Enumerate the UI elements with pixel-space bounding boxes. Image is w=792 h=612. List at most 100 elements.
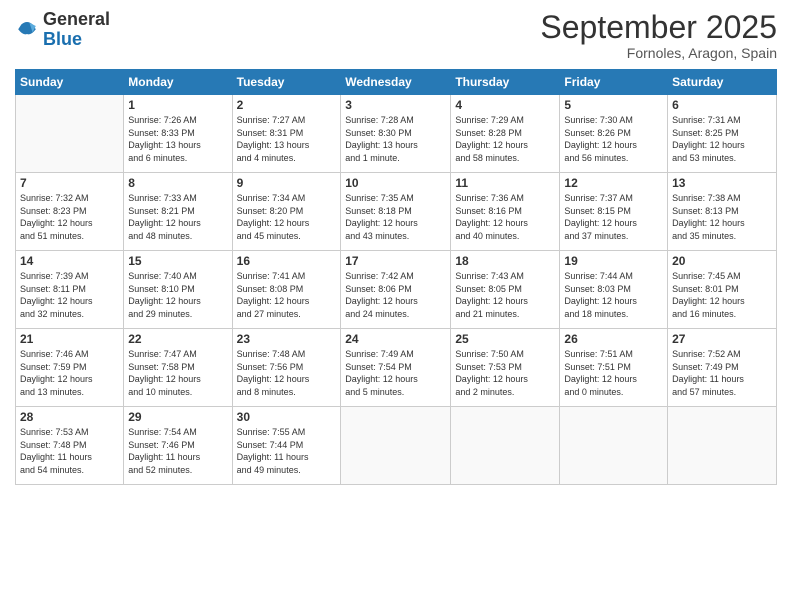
calendar-cell: 20 Sunrise: 7:45 AM Sunset: 8:01 PM Dayli… — [668, 251, 777, 329]
calendar-table: Sunday Monday Tuesday Wednesday Thursday… — [15, 69, 777, 485]
day-info: Sunrise: 7:28 AM Sunset: 8:30 PM Dayligh… — [345, 114, 446, 164]
day-info: Sunrise: 7:34 AM Sunset: 8:20 PM Dayligh… — [237, 192, 337, 242]
calendar-cell: 17 Sunrise: 7:42 AM Sunset: 8:06 PM Dayli… — [341, 251, 451, 329]
day-number: 16 — [237, 254, 337, 268]
header: General Blue September 2025 Fornoles, Ar… — [15, 10, 777, 61]
calendar-header-row: Sunday Monday Tuesday Wednesday Thursday… — [16, 70, 777, 95]
day-number: 29 — [128, 410, 227, 424]
day-info: Sunrise: 7:36 AM Sunset: 8:16 PM Dayligh… — [455, 192, 555, 242]
day-number: 4 — [455, 98, 555, 112]
week-row-4: 21 Sunrise: 7:46 AM Sunset: 7:59 PM Dayli… — [16, 329, 777, 407]
day-info: Sunrise: 7:49 AM Sunset: 7:54 PM Dayligh… — [345, 348, 446, 398]
day-info: Sunrise: 7:47 AM Sunset: 7:58 PM Dayligh… — [128, 348, 227, 398]
calendar-cell: 7Sunrise: 7:32 AM Sunset: 8:23 PM Daylig… — [16, 173, 124, 251]
week-row-3: 14 Sunrise: 7:39 AM Sunset: 8:11 PM Dayli… — [16, 251, 777, 329]
day-number: 5 — [564, 98, 663, 112]
day-number: 21 — [20, 332, 119, 346]
day-info: Sunrise: 7:55 AM Sunset: 7:44 PM Dayligh… — [237, 426, 337, 476]
calendar-cell: 3Sunrise: 7:28 AM Sunset: 8:30 PM Daylig… — [341, 95, 451, 173]
day-number: 30 — [237, 410, 337, 424]
day-number: 23 — [237, 332, 337, 346]
day-number: 2 — [237, 98, 337, 112]
day-info: Sunrise: 7:39 AM Sunset: 8:11 PM Dayligh… — [20, 270, 119, 320]
day-number: 12 — [564, 176, 663, 190]
day-info: Sunrise: 7:31 AM Sunset: 8:25 PM Dayligh… — [672, 114, 772, 164]
week-row-1: 1 Sunrise: 7:26 AM Sunset: 8:33 PM Daylig… — [16, 95, 777, 173]
day-info: Sunrise: 7:45 AM Sunset: 8:01 PM Dayligh… — [672, 270, 772, 320]
day-info: Sunrise: 7:54 AM Sunset: 7:46 PM Dayligh… — [128, 426, 227, 476]
calendar-cell — [668, 407, 777, 485]
day-number: 18 — [455, 254, 555, 268]
day-info: Sunrise: 7:46 AM Sunset: 7:59 PM Dayligh… — [20, 348, 119, 398]
calendar-cell: 6 Sunrise: 7:31 AM Sunset: 8:25 PM Daylig… — [668, 95, 777, 173]
calendar-cell — [341, 407, 451, 485]
calendar-cell: 22 Sunrise: 7:47 AM Sunset: 7:58 PM Dayli… — [124, 329, 232, 407]
calendar-cell: 16Sunrise: 7:41 AM Sunset: 8:08 PM Dayli… — [232, 251, 341, 329]
col-saturday: Saturday — [668, 70, 777, 95]
calendar-cell: 26Sunrise: 7:51 AM Sunset: 7:51 PM Dayli… — [560, 329, 668, 407]
calendar-cell: 13Sunrise: 7:38 AM Sunset: 8:13 PM Dayli… — [668, 173, 777, 251]
day-number: 1 — [128, 98, 227, 112]
calendar-cell: 23 Sunrise: 7:48 AM Sunset: 7:56 PM Dayli… — [232, 329, 341, 407]
day-number: 27 — [672, 332, 772, 346]
calendar-cell: 21 Sunrise: 7:46 AM Sunset: 7:59 PM Dayli… — [16, 329, 124, 407]
day-number: 28 — [20, 410, 119, 424]
calendar-cell: 14 Sunrise: 7:39 AM Sunset: 8:11 PM Dayli… — [16, 251, 124, 329]
calendar-cell: 1 Sunrise: 7:26 AM Sunset: 8:33 PM Daylig… — [124, 95, 232, 173]
day-number: 15 — [128, 254, 227, 268]
calendar-cell: 12 Sunrise: 7:37 AM Sunset: 8:15 PM Dayli… — [560, 173, 668, 251]
calendar-cell: 8 Sunrise: 7:33 AM Sunset: 8:21 PM Daylig… — [124, 173, 232, 251]
calendar-cell: 10Sunrise: 7:35 AM Sunset: 8:18 PM Dayli… — [341, 173, 451, 251]
day-info: Sunrise: 7:29 AM Sunset: 8:28 PM Dayligh… — [455, 114, 555, 164]
day-info: Sunrise: 7:37 AM Sunset: 8:15 PM Dayligh… — [564, 192, 663, 242]
day-info: Sunrise: 7:43 AM Sunset: 8:05 PM Dayligh… — [455, 270, 555, 320]
day-info: Sunrise: 7:35 AM Sunset: 8:18 PM Dayligh… — [345, 192, 446, 242]
day-info: Sunrise: 7:50 AM Sunset: 7:53 PM Dayligh… — [455, 348, 555, 398]
page: General Blue September 2025 Fornoles, Ar… — [0, 0, 792, 612]
calendar-cell: 30 Sunrise: 7:55 AM Sunset: 7:44 PM Dayli… — [232, 407, 341, 485]
day-info: Sunrise: 7:48 AM Sunset: 7:56 PM Dayligh… — [237, 348, 337, 398]
day-number: 25 — [455, 332, 555, 346]
calendar-cell — [451, 407, 560, 485]
day-info: Sunrise: 7:52 AM Sunset: 7:49 PM Dayligh… — [672, 348, 772, 398]
day-info: Sunrise: 7:40 AM Sunset: 8:10 PM Dayligh… — [128, 270, 227, 320]
day-info: Sunrise: 7:32 AM Sunset: 8:23 PM Dayligh… — [20, 192, 119, 242]
week-row-5: 28Sunrise: 7:53 AM Sunset: 7:48 PM Dayli… — [16, 407, 777, 485]
calendar-cell: 29 Sunrise: 7:54 AM Sunset: 7:46 PM Dayli… — [124, 407, 232, 485]
calendar-cell — [16, 95, 124, 173]
calendar-cell: 15 Sunrise: 7:40 AM Sunset: 8:10 PM Dayli… — [124, 251, 232, 329]
calendar-cell: 4 Sunrise: 7:29 AM Sunset: 8:28 PM Daylig… — [451, 95, 560, 173]
week-row-2: 7Sunrise: 7:32 AM Sunset: 8:23 PM Daylig… — [16, 173, 777, 251]
day-number: 20 — [672, 254, 772, 268]
calendar-cell: 19Sunrise: 7:44 AM Sunset: 8:03 PM Dayli… — [560, 251, 668, 329]
day-number: 26 — [564, 332, 663, 346]
day-number: 6 — [672, 98, 772, 112]
title-block: September 2025 Fornoles, Aragon, Spain — [540, 10, 777, 61]
day-info: Sunrise: 7:33 AM Sunset: 8:21 PM Dayligh… — [128, 192, 227, 242]
col-friday: Friday — [560, 70, 668, 95]
col-tuesday: Tuesday — [232, 70, 341, 95]
calendar-cell: 27 Sunrise: 7:52 AM Sunset: 7:49 PM Dayli… — [668, 329, 777, 407]
calendar-cell: 25 Sunrise: 7:50 AM Sunset: 7:53 PM Dayli… — [451, 329, 560, 407]
calendar-cell: 18 Sunrise: 7:43 AM Sunset: 8:05 PM Dayli… — [451, 251, 560, 329]
day-number: 14 — [20, 254, 119, 268]
col-sunday: Sunday — [16, 70, 124, 95]
day-info: Sunrise: 7:30 AM Sunset: 8:26 PM Dayligh… — [564, 114, 663, 164]
col-wednesday: Wednesday — [341, 70, 451, 95]
calendar-cell: 2Sunrise: 7:27 AM Sunset: 8:31 PM Daylig… — [232, 95, 341, 173]
day-number: 24 — [345, 332, 446, 346]
day-info: Sunrise: 7:44 AM Sunset: 8:03 PM Dayligh… — [564, 270, 663, 320]
col-thursday: Thursday — [451, 70, 560, 95]
col-monday: Monday — [124, 70, 232, 95]
day-number: 8 — [128, 176, 227, 190]
day-info: Sunrise: 7:26 AM Sunset: 8:33 PM Dayligh… — [128, 114, 227, 164]
day-info: Sunrise: 7:42 AM Sunset: 8:06 PM Dayligh… — [345, 270, 446, 320]
logo-icon — [15, 18, 39, 42]
day-number: 9 — [237, 176, 337, 190]
day-number: 22 — [128, 332, 227, 346]
logo-general: General — [43, 9, 110, 29]
day-number: 17 — [345, 254, 446, 268]
day-number: 13 — [672, 176, 772, 190]
calendar-cell: 11Sunrise: 7:36 AM Sunset: 8:16 PM Dayli… — [451, 173, 560, 251]
calendar-cell: 9 Sunrise: 7:34 AM Sunset: 8:20 PM Daylig… — [232, 173, 341, 251]
